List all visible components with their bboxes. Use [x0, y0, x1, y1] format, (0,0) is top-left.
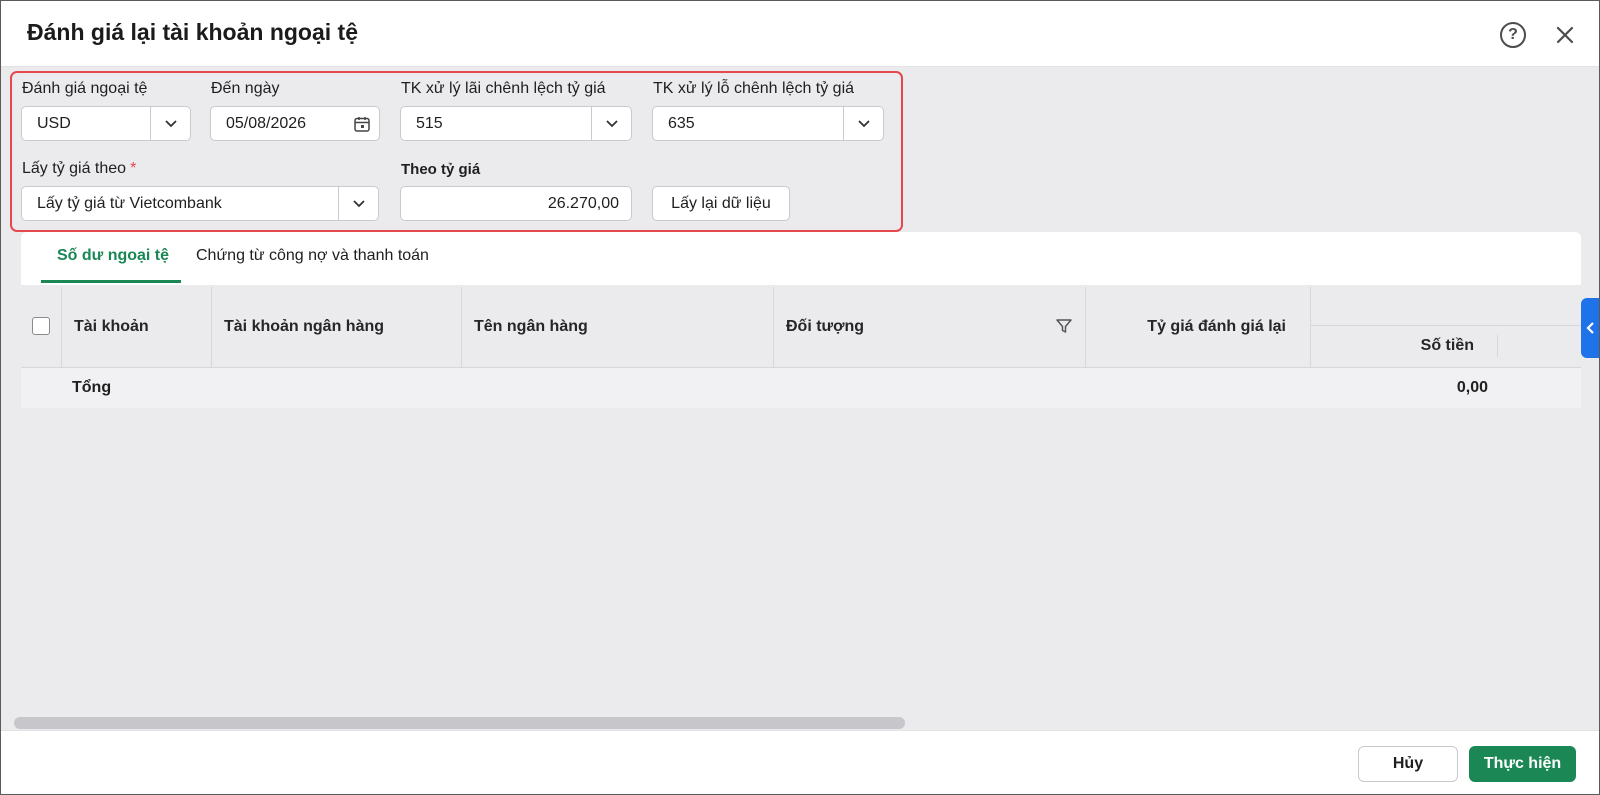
data-grid: Tài khoản Tài khoản ngân hàng Tên ngân h… — [21, 287, 1581, 408]
date-label: Đến ngày — [211, 80, 280, 97]
column-title: Tài khoản — [74, 318, 149, 335]
gain-account-select[interactable]: 515 — [400, 106, 632, 141]
filter-icon[interactable] — [1055, 317, 1073, 340]
total-label: Tổng — [72, 379, 112, 396]
currency-value: USD — [37, 115, 71, 132]
close-icon[interactable] — [1553, 23, 1577, 47]
rate-source-label: Lấy tỷ giá theo * — [22, 160, 136, 178]
column-header-object[interactable]: Đối tượng — [774, 287, 1086, 367]
column-header-account[interactable]: Tài khoản — [62, 287, 212, 367]
tab-bar: Số dư ngoại tệ Chứng từ công nợ và thanh… — [21, 232, 1581, 285]
date-input[interactable]: 05/08/2026 — [210, 106, 380, 141]
gain-account-value: 515 — [416, 115, 443, 132]
total-row: Tổng 0,00 — [21, 368, 1581, 408]
column-header-revaluation-rate[interactable]: Tỷ giá đánh giá lại — [1086, 287, 1311, 367]
currency-label: Đánh giá ngoại tệ — [22, 80, 148, 97]
column-title: Tài khoản ngân hàng — [224, 318, 385, 335]
chevron-left-icon — [1586, 322, 1594, 334]
column-resize-handle[interactable] — [1497, 335, 1498, 357]
execute-button[interactable]: Thực hiện — [1469, 746, 1576, 782]
help-icon[interactable]: ? — [1500, 22, 1526, 48]
column-header-amount[interactable]: Số tiền — [1311, 326, 1498, 367]
revaluation-dialog: Đánh giá lại tài khoản ngoại tệ ? Đánh g… — [0, 0, 1600, 795]
dialog-footer: Hủy Thực hiện — [1, 730, 1599, 794]
gain-account-dropdown-button[interactable] — [591, 107, 631, 140]
column-header-bank-name[interactable]: Tên ngân hàng — [462, 287, 774, 367]
required-mark: * — [130, 160, 137, 177]
horizontal-scrollbar[interactable] — [14, 717, 905, 729]
chevron-down-icon — [606, 120, 618, 128]
rate-value: 26.270,00 — [547, 195, 619, 212]
reload-data-button[interactable]: Lấy lại dữ liệu — [652, 186, 790, 221]
grid-header: Tài khoản Tài khoản ngân hàng Tên ngân h… — [21, 287, 1581, 367]
rate-source-dropdown-button[interactable] — [338, 187, 378, 220]
loss-account-dropdown-button[interactable] — [843, 107, 883, 140]
dialog-header: Đánh giá lại tài khoản ngoại tệ ? — [1, 1, 1599, 67]
currency-dropdown-button[interactable] — [150, 107, 190, 140]
tab-debt-payment-documents[interactable]: Chứng từ công nợ và thanh toán — [196, 247, 429, 265]
date-value: 05/08/2026 — [226, 115, 307, 132]
column-title: Đối tượng — [786, 318, 865, 335]
select-all-column — [21, 287, 62, 367]
column-title: Tên ngân hàng — [474, 318, 588, 335]
rate-label: Theo tỷ giá — [401, 161, 481, 178]
select-all-checkbox[interactable] — [32, 317, 50, 335]
column-title: Số tiền — [1420, 337, 1474, 354]
rate-source-label-text: Lấy tỷ giá theo — [22, 160, 127, 177]
rate-source-value: Lấy tỷ giá từ Vietcombank — [37, 195, 222, 212]
dialog-title: Đánh giá lại tài khoản ngoại tệ — [27, 19, 358, 45]
rate-input[interactable]: 26.270,00 — [400, 186, 632, 221]
gain-account-label: TK xử lý lãi chênh lệch tỷ giá — [401, 80, 606, 97]
total-amount: 0,00 — [1456, 379, 1488, 396]
loss-account-label: TK xử lý lỗ chênh lệch tỷ giá — [653, 80, 855, 97]
column-title: Tỷ giá đánh giá lại — [1147, 318, 1286, 335]
calendar-icon[interactable] — [353, 115, 371, 138]
cancel-button[interactable]: Hủy — [1358, 746, 1458, 782]
chevron-down-icon — [858, 120, 870, 128]
side-panel-toggle[interactable] — [1581, 298, 1599, 358]
currency-select[interactable]: USD — [21, 106, 191, 141]
chevron-down-icon — [165, 120, 177, 128]
tab-foreign-balance[interactable]: Số dư ngoại tệ — [57, 247, 169, 265]
loss-account-value: 635 — [668, 115, 695, 132]
loss-account-select[interactable]: 635 — [652, 106, 884, 141]
chevron-down-icon — [353, 200, 365, 208]
active-tab-indicator — [41, 280, 181, 283]
rate-source-select[interactable]: Lấy tỷ giá từ Vietcombank — [21, 186, 379, 221]
column-header-bank-account[interactable]: Tài khoản ngân hàng — [212, 287, 462, 367]
